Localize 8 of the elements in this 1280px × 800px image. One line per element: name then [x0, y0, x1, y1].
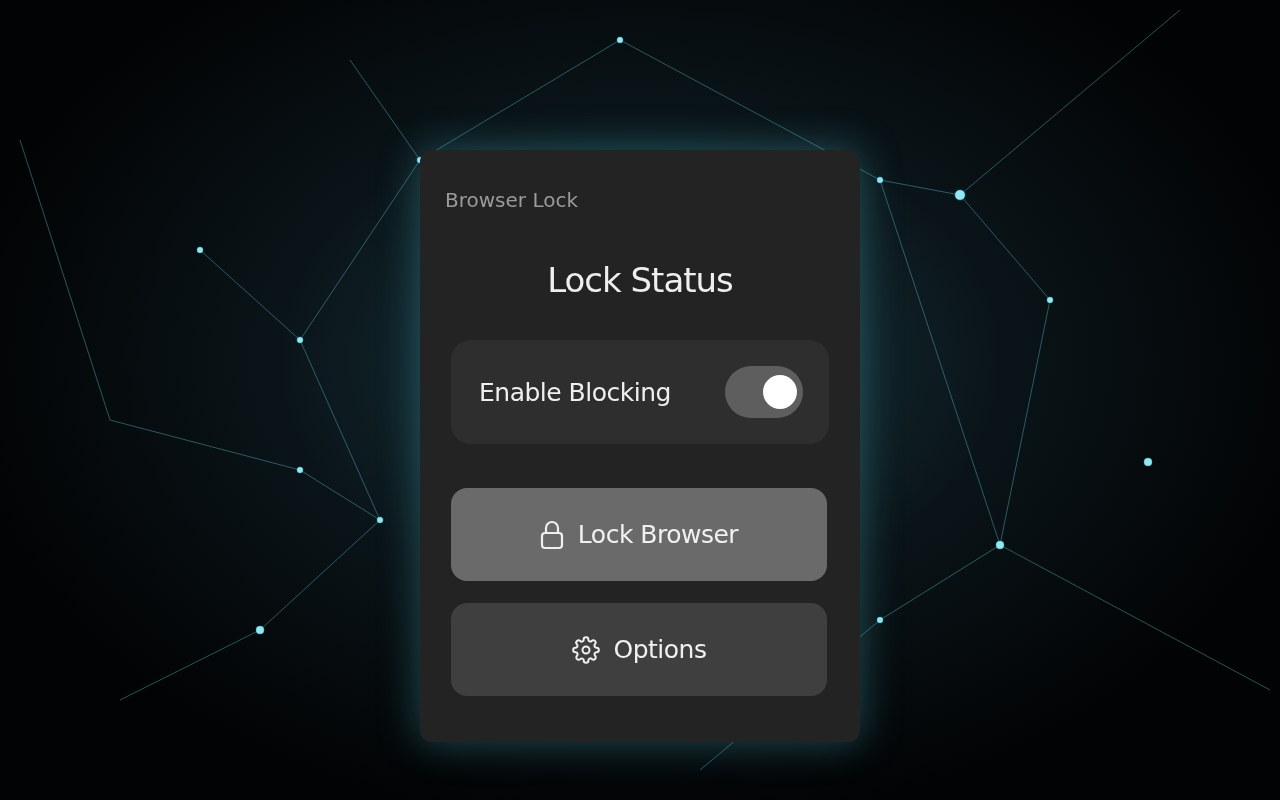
lock-status-heading: Lock Status [546, 260, 734, 300]
toggle-label: Enable Blocking [479, 377, 671, 407]
padlock-icon [539, 519, 564, 550]
app-name: Browser Lock [445, 188, 579, 212]
options-button[interactable]: Options [451, 603, 827, 696]
toggle-switch[interactable] [725, 366, 803, 418]
settings-icon [571, 635, 600, 664]
lock-browser-button[interactable]: Lock Browser [451, 488, 827, 581]
